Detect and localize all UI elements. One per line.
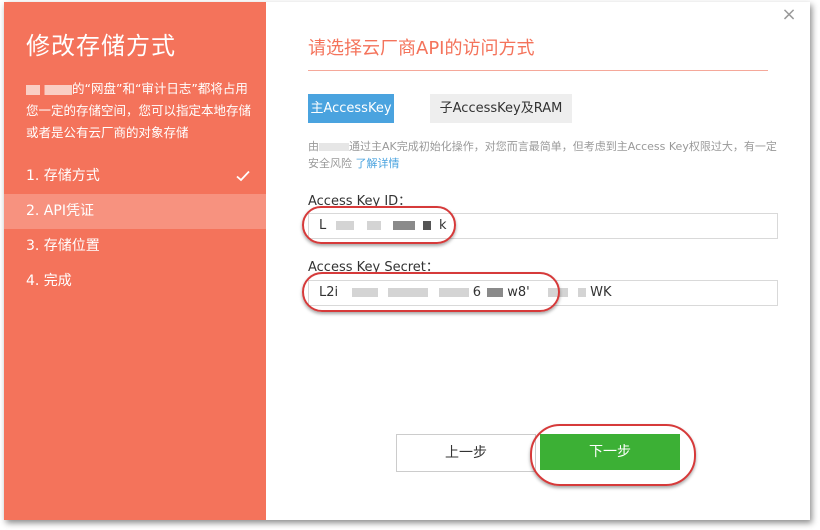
check-icon (236, 170, 250, 182)
access-key-id-label: Access Key ID： (308, 194, 412, 209)
masked-segment (392, 221, 415, 230)
step-label: 4. 完成 (26, 273, 72, 289)
access-key-id-end: k (438, 218, 447, 233)
step-complete[interactable]: 4. 完成 (4, 264, 266, 299)
step-api-credentials[interactable]: 2. API凭证 (4, 194, 266, 229)
masked-segment (352, 288, 379, 297)
access-key-secret-mid2: w8' (507, 285, 530, 300)
previous-step-button[interactable]: 上一步 (396, 434, 536, 472)
step-list: 1. 存储方式 2. API凭证 3. 存储位置 4. 完成 (4, 159, 266, 299)
next-step-button[interactable]: 下一步 (540, 434, 680, 470)
access-key-id-input[interactable]: L k (308, 213, 778, 239)
masked-segment (366, 221, 381, 230)
masked-segment (547, 288, 568, 297)
access-key-secret-end: WK (590, 285, 612, 300)
access-key-secret-label: Access Key Secret： (308, 260, 439, 275)
access-key-id-start: L (319, 218, 327, 233)
step-storage-method[interactable]: 1. 存储方式 (4, 159, 266, 194)
storage-settings-dialog: 修改存储方式 的“网盘”和“审计日志”都将占用您一定的存储空间，您可以指定本地存… (4, 2, 810, 520)
access-key-secret-mid1: 6 (472, 285, 481, 300)
step-label: 1. 存储方式 (26, 168, 100, 184)
tab-sub-accesskey-ram[interactable]: 子AccessKey及RAM (430, 94, 572, 123)
sidebar-title: 修改存储方式 (26, 32, 176, 60)
tab-main-accesskey[interactable]: 主AccessKey (308, 94, 394, 123)
step-storage-location[interactable]: 3. 存储位置 (4, 229, 266, 264)
page-title: 请选择云厂商API的访问方式 (308, 38, 535, 59)
redacted-text (319, 143, 349, 151)
masked-segment (422, 221, 431, 230)
note-prefix: 由 (308, 140, 319, 153)
masked-segment (487, 288, 504, 297)
sidebar-description: 的“网盘”和“审计日志”都将占用您一定的存储空间，您可以指定本地存储或者是公有云… (26, 78, 252, 144)
masked-segment (336, 221, 355, 230)
close-icon[interactable]: × (780, 6, 798, 24)
main-panel: × 请选择云厂商API的访问方式 主AccessKey 子AccessKey及R… (266, 2, 810, 520)
step-label: 2. API凭证 (26, 203, 94, 219)
access-key-secret-start: L2i (319, 285, 339, 300)
title-divider (308, 70, 768, 71)
security-note: 由通过主AK完成初始化操作，对您而言最简单，但考虑到主Access Key权限过… (308, 138, 778, 172)
access-key-secret-input[interactable]: L2i 6 w8' WK (308, 280, 778, 306)
masked-segment (578, 288, 587, 297)
redacted-product-name (26, 84, 72, 95)
step-label: 3. 存储位置 (26, 238, 100, 254)
masked-segment (388, 288, 429, 297)
masked-segment (438, 288, 469, 297)
sidebar: 修改存储方式 的“网盘”和“审计日志”都将占用您一定的存储空间，您可以指定本地存… (4, 2, 266, 520)
learn-more-link[interactable]: 了解详情 (356, 157, 400, 170)
